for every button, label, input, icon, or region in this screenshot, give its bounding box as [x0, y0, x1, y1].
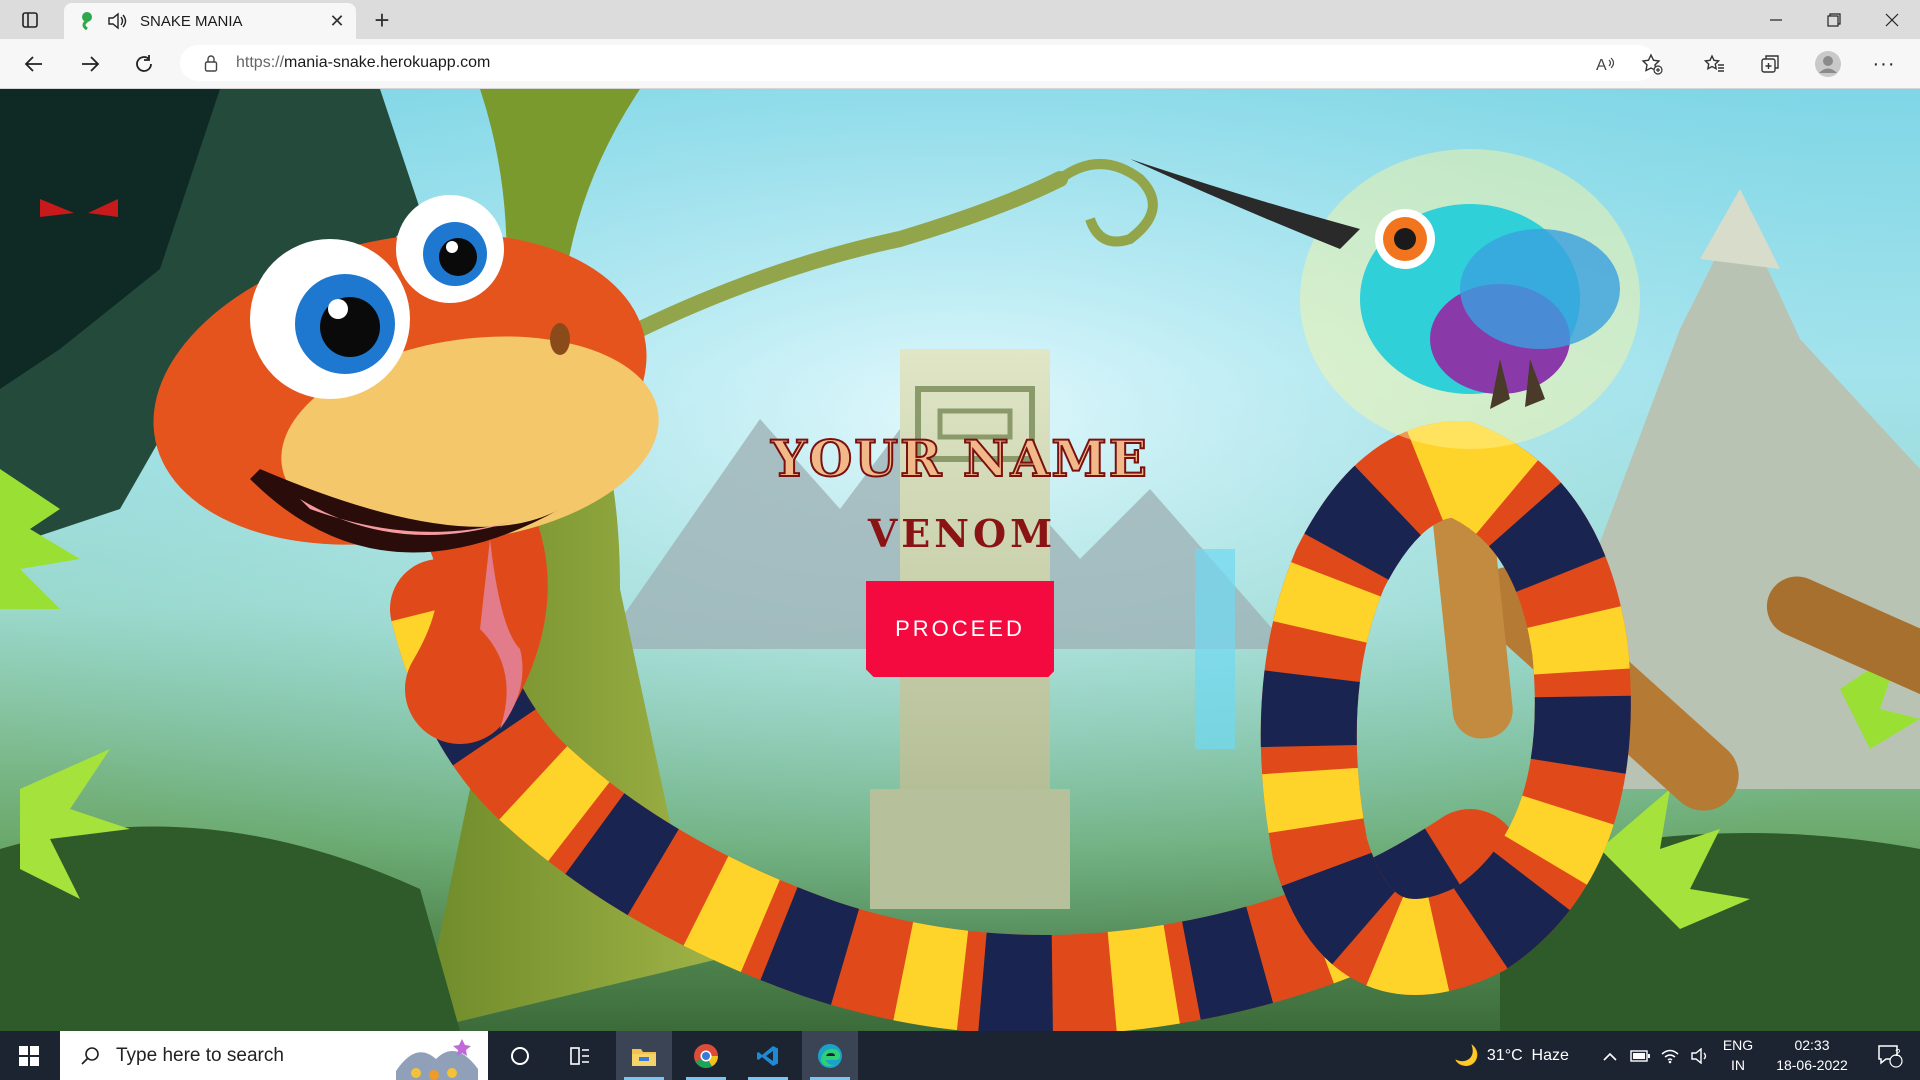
- notification-count: 2: [1895, 1048, 1901, 1059]
- url-host: mania-snake.herokuapp.com: [284, 54, 491, 71]
- tab-bar: SNAKE MANIA ✕ +: [0, 0, 1920, 39]
- taskbar-search-box[interactable]: Type here to search: [60, 1031, 488, 1080]
- task-view-icon[interactable]: [492, 1031, 548, 1080]
- volume-icon[interactable]: [1688, 1031, 1712, 1080]
- wifi-icon[interactable]: [1658, 1031, 1682, 1080]
- read-aloud-icon[interactable]: A: [1588, 46, 1624, 82]
- lock-icon[interactable]: [200, 54, 222, 72]
- profile-icon[interactable]: [1810, 46, 1846, 82]
- chevron-up-icon[interactable]: [1600, 1031, 1620, 1080]
- new-tab-icon[interactable]: +: [366, 4, 398, 36]
- search-icon: [74, 1046, 106, 1066]
- name-heading: YOUR NAME: [770, 428, 1149, 489]
- search-highlight-icon: [396, 1039, 478, 1080]
- tab-actions-icon[interactable]: [10, 5, 50, 35]
- snake-favicon: [74, 3, 100, 39]
- weather-text: 31°C Haze: [1486, 1046, 1569, 1064]
- widgets-icon[interactable]: [552, 1031, 608, 1080]
- game-page: YOUR NAME PROCEED: [0, 89, 1920, 1031]
- refresh-icon[interactable]: [126, 46, 162, 82]
- proceed-button[interactable]: PROCEED: [866, 581, 1054, 677]
- file-explorer-icon[interactable]: [616, 1031, 672, 1080]
- more-icon[interactable]: ···: [1866, 46, 1902, 82]
- forward-icon[interactable]: [72, 46, 108, 82]
- language-indicator[interactable]: ENG IN: [1716, 1035, 1760, 1075]
- vscode-icon[interactable]: [740, 1031, 796, 1080]
- favorites-icon[interactable]: [1696, 46, 1732, 82]
- url-text[interactable]: https://mania-snake.herokuapp.com: [236, 54, 490, 72]
- notification-center-icon[interactable]: 2: [1866, 1031, 1914, 1080]
- search-placeholder: Type here to search: [116, 1044, 284, 1066]
- battery-icon[interactable]: [1628, 1031, 1652, 1080]
- player-name-input[interactable]: [780, 505, 1144, 561]
- taskbar-clock[interactable]: 02:33 18-06-2022: [1766, 1035, 1858, 1075]
- windows-taskbar: Type here to search 🌙 31°C Haze ENG IN 0…: [0, 1031, 1920, 1080]
- add-favorite-icon[interactable]: [1634, 46, 1670, 82]
- svg-text:A: A: [1596, 57, 1607, 74]
- address-bar[interactable]: https://mania-snake.herokuapp.com: [180, 45, 1656, 81]
- clock-date: 18-06-2022: [1776, 1057, 1848, 1073]
- window-close-icon[interactable]: [1864, 0, 1920, 39]
- weather-widget[interactable]: 🌙 31°C Haze: [1454, 1031, 1569, 1080]
- url-scheme: https://: [236, 54, 285, 71]
- region-code: IN: [1731, 1057, 1745, 1073]
- chrome-icon[interactable]: [678, 1031, 734, 1080]
- windows-start-icon[interactable]: [0, 1031, 58, 1080]
- back-icon[interactable]: [16, 46, 52, 82]
- minimize-icon[interactable]: [1748, 0, 1804, 39]
- edge-icon[interactable]: [802, 1031, 858, 1080]
- speaker-icon[interactable]: [104, 3, 130, 39]
- close-icon[interactable]: ✕: [324, 8, 350, 34]
- tab-title: SNAKE MANIA: [140, 12, 243, 30]
- clock-time: 02:33: [1794, 1037, 1830, 1053]
- moon-haze-icon: 🌙: [1454, 1045, 1479, 1067]
- language-code: ENG: [1722, 1037, 1754, 1053]
- browser-tab[interactable]: SNAKE MANIA ✕: [64, 3, 356, 39]
- collections-icon[interactable]: [1752, 46, 1788, 82]
- browser-toolbar: https://mania-snake.herokuapp.com A ···: [0, 39, 1920, 89]
- restore-icon[interactable]: [1806, 0, 1862, 39]
